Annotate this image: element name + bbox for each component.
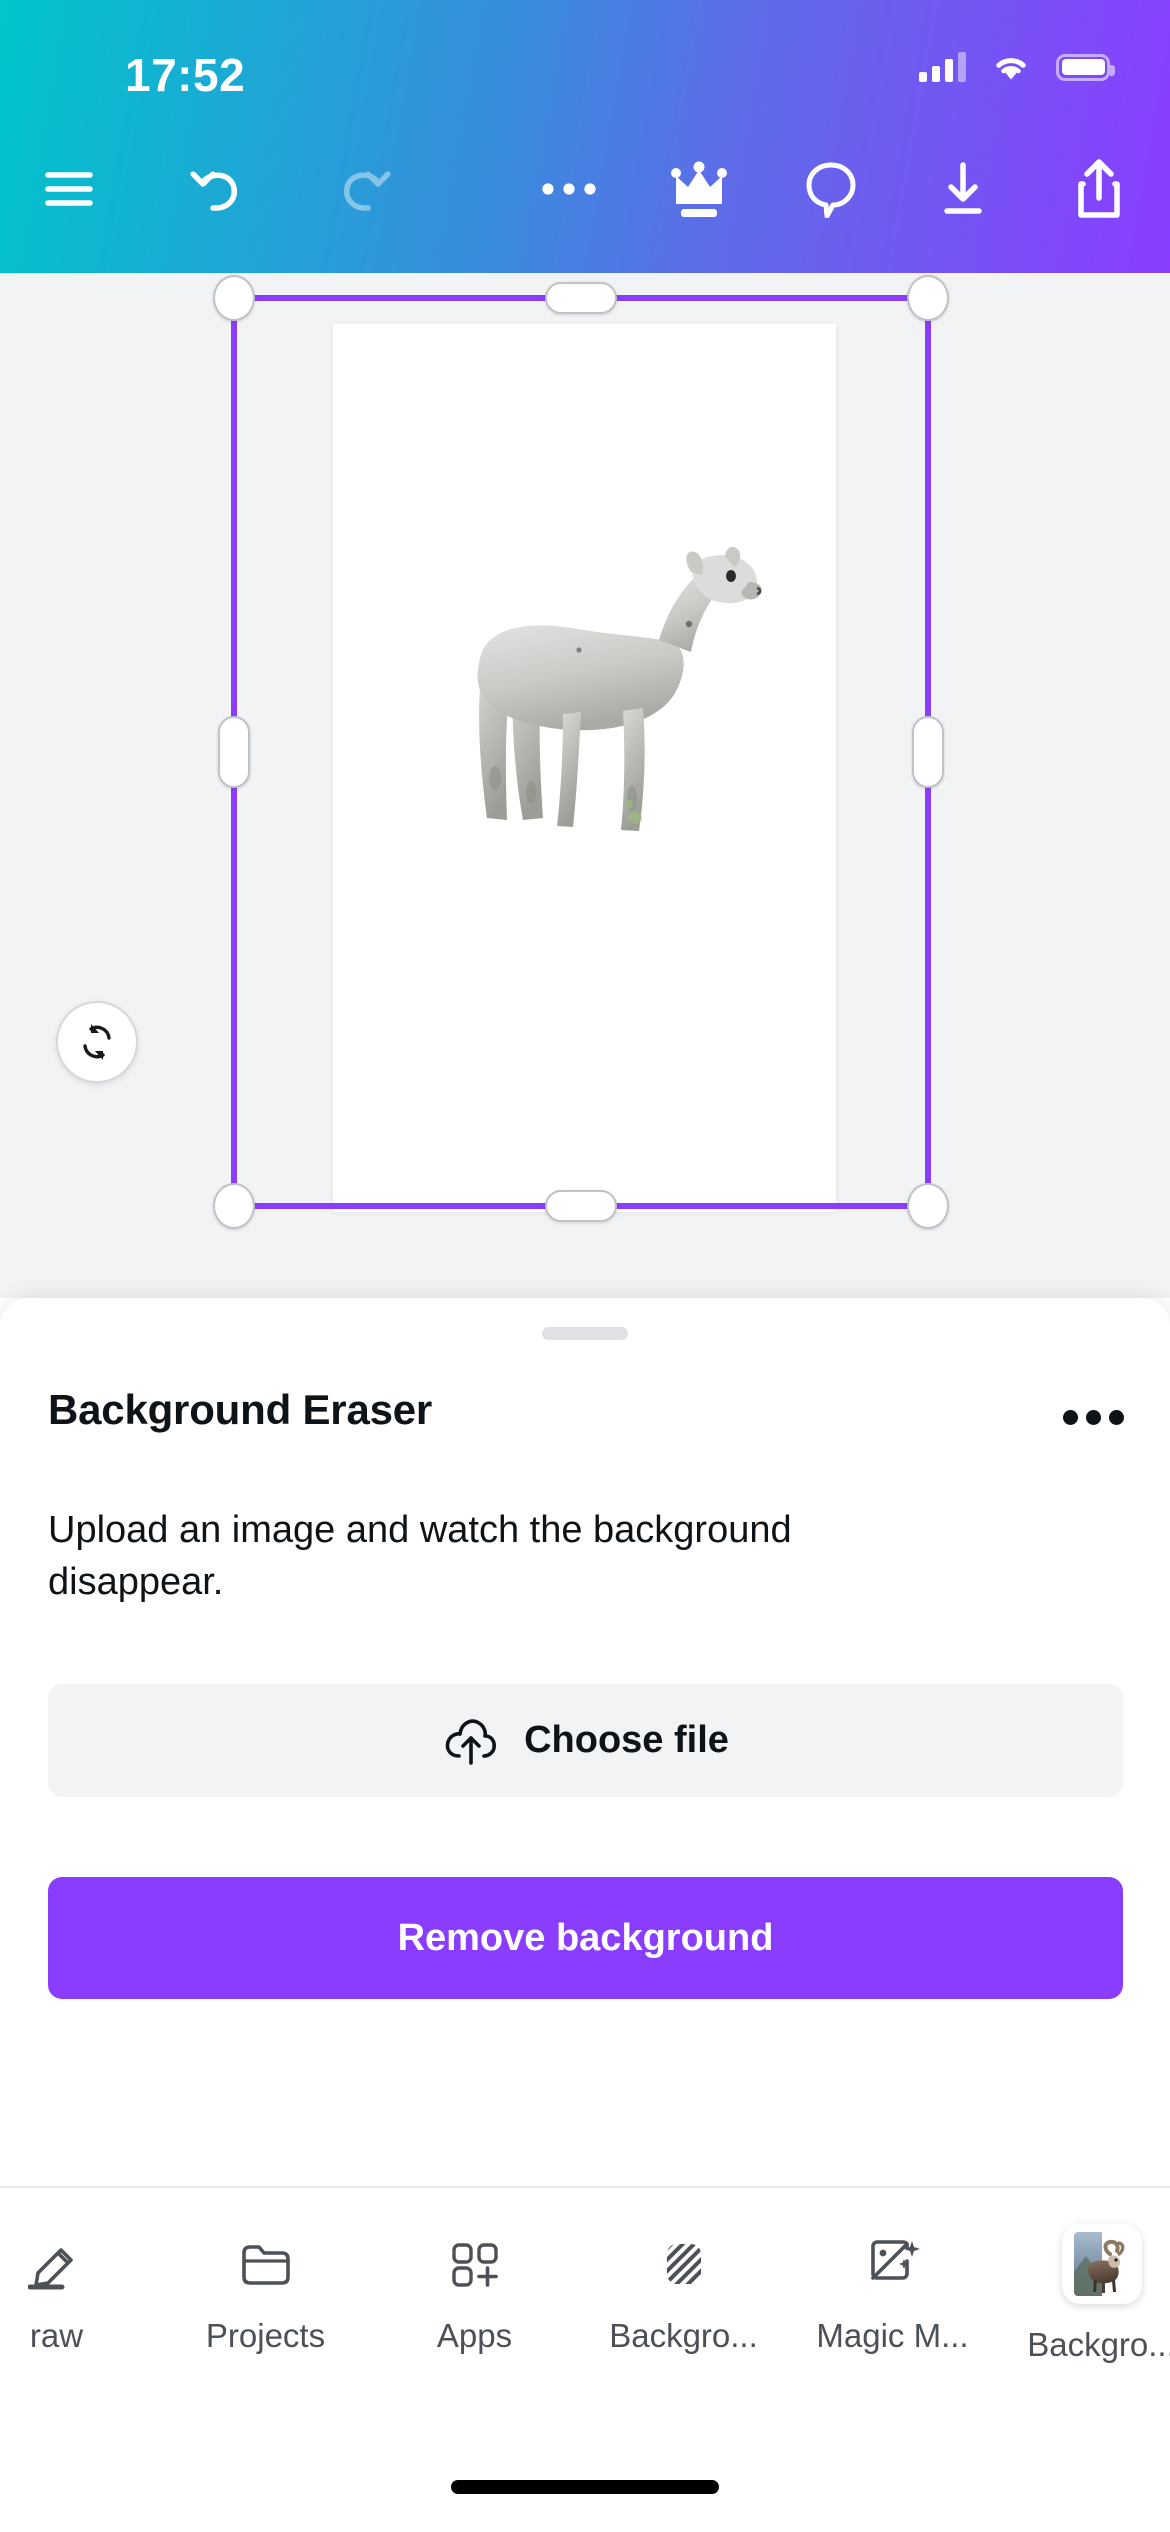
- nav-item-background[interactable]: Backgro...: [579, 2188, 788, 2355]
- status-bar-indicators: [919, 52, 1115, 82]
- share-icon[interactable]: [1058, 148, 1140, 230]
- redo-icon[interactable]: [322, 148, 404, 230]
- page-title: Background Eraser: [48, 1386, 433, 1433]
- app-header: 17:52: [0, 0, 1170, 273]
- resize-handle-top[interactable]: [545, 282, 617, 314]
- magic-media-icon: [862, 2233, 924, 2295]
- wifi-icon: [996, 58, 1026, 80]
- cellular-bars-icon: [919, 52, 966, 82]
- status-bar-clock: 17:52: [125, 49, 246, 101]
- battery-icon: [1056, 53, 1115, 81]
- undo-icon[interactable]: [177, 148, 259, 230]
- more-options-icon[interactable]: [1058, 1390, 1128, 1444]
- nav-label-background: Backgro...: [609, 2317, 758, 2354]
- nav-item-draw[interactable]: raw: [0, 2188, 161, 2355]
- crown-icon[interactable]: [658, 148, 740, 230]
- resize-handle-bottom[interactable]: [545, 1190, 617, 1222]
- resize-handle-right[interactable]: [912, 716, 944, 788]
- remove-background-label: Remove background: [397, 1916, 774, 1959]
- diagonal-stripes-icon: [653, 2233, 715, 2295]
- comment-icon[interactable]: [790, 148, 872, 230]
- nav-label-draw: raw: [29, 2317, 84, 2354]
- bottom-navigation-bar: raw Projects Apps Backgro... Magic M... …: [0, 2186, 1170, 2444]
- nav-label-projects: Projects: [205, 2317, 326, 2354]
- resize-handle-top-left[interactable]: [213, 275, 255, 321]
- apps-grid-plus-icon: [444, 2233, 506, 2295]
- nav-item-background-eraser[interactable]: Backgro...: [997, 2188, 1170, 2364]
- sheet-drag-handle[interactable]: [542, 1327, 628, 1340]
- remove-background-button[interactable]: Remove background: [48, 1877, 1123, 1999]
- ram-photo-thumbnail: [1061, 2224, 1142, 2304]
- app-root: 17:52 Background Eraser Upload an image …: [0, 0, 1170, 2532]
- download-icon[interactable]: [922, 148, 1004, 230]
- hamburger-menu-icon[interactable]: [28, 148, 110, 230]
- cloud-upload-icon: [445, 1718, 497, 1765]
- nav-item-apps[interactable]: Apps: [370, 2188, 579, 2355]
- choose-file-button[interactable]: Choose file: [48, 1684, 1123, 1797]
- resize-handle-top-right[interactable]: [907, 275, 949, 321]
- resize-handle-bottom-right[interactable]: [907, 1183, 949, 1229]
- resize-handle-left[interactable]: [218, 716, 250, 788]
- rotate-icon[interactable]: [56, 1001, 138, 1083]
- nav-item-projects[interactable]: Projects: [161, 2188, 370, 2355]
- editor-toolbar: [0, 105, 1170, 273]
- folder-icon: [235, 2233, 297, 2295]
- bottom-sheet: Background Eraser Upload an image and wa…: [0, 1298, 1170, 2186]
- resize-handle-bottom-left[interactable]: [213, 1183, 255, 1229]
- nav-label-apps: Apps: [436, 2317, 513, 2354]
- status-bar: 17:52: [0, 0, 1170, 105]
- sheet-description: Upload an image and watch the background…: [48, 1509, 792, 1603]
- nav-label-magic-media: Magic M...: [816, 2317, 969, 2354]
- pen-draw-icon: [26, 2233, 88, 2295]
- choose-file-label: Choose file: [524, 1719, 729, 1761]
- more-options-icon[interactable]: [528, 148, 610, 230]
- nav-item-magic-media[interactable]: Magic M...: [788, 2188, 997, 2355]
- editor-canvas-workspace[interactable]: [0, 273, 1170, 1298]
- element-selection-frame[interactable]: [213, 275, 949, 1229]
- home-indicator[interactable]: [451, 2480, 719, 2494]
- nav-label-background-eraser: Backgro...: [1027, 2326, 1170, 2363]
